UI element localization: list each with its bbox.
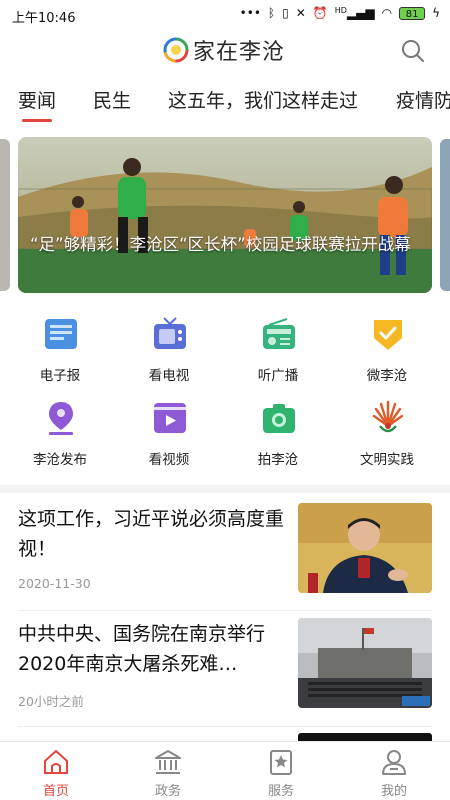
bottom-navigation: 首页 政务 服务 我的 (0, 741, 450, 800)
news-thumbnail-image (298, 503, 432, 593)
badge-check-icon (374, 320, 402, 350)
radio-icon (263, 318, 295, 349)
banner-photo (18, 137, 432, 293)
video-icon (154, 403, 186, 433)
service-label: 电子报 (39, 368, 81, 384)
channel-tabs: 要闻 民生 这五年，我们这样走过 疫情防 (0, 86, 450, 124)
app-screen: 上午10:46 ••• ᛒ ▯ ✕ ⏰ HD▂▄▆ ◠ 81 ϟ 家在李沧 要闻… (0, 0, 450, 800)
service-label: 看电视 (148, 368, 190, 384)
service-tv[interactable]: 看电视 (119, 312, 219, 392)
banner-prev-peek[interactable] (0, 139, 10, 291)
more-dots-icon: ••• (239, 6, 261, 20)
app-logo-icon (163, 37, 189, 63)
news-item[interactable]: 这项工作，习近平说必须高度重视！ 2020-11-30 (0, 500, 450, 612)
service-video[interactable]: 看视频 (119, 396, 219, 476)
active-tab-indicator (22, 119, 52, 122)
alarm-icon: ⏰ (312, 6, 328, 20)
service-label: 听广播 (257, 368, 299, 384)
signal-icon: HD▂▄▆ (334, 6, 375, 20)
section-divider (0, 485, 450, 493)
service-label: 李沧发布 (33, 452, 87, 468)
app-logo: 家在李沧 (163, 34, 285, 66)
news-separator (18, 726, 432, 727)
news-thumbnail-peek (298, 733, 432, 741)
service-epaper[interactable]: 电子报 (10, 312, 110, 392)
news-date: 20小时之前 (18, 694, 84, 709)
tab-epidemic[interactable]: 疫情防 (396, 86, 450, 113)
tv-icon (154, 317, 186, 349)
bluetooth-icon: ᛒ (267, 6, 276, 20)
banner-caption: “足”够精彩！李沧区“区长杯”校园足球联赛拉开战幕 (30, 235, 411, 254)
status-icons: ••• ᛒ ▯ ✕ ⏰ HD▂▄▆ ◠ 81 ϟ (240, 6, 440, 20)
banner-next-peek[interactable] (440, 139, 450, 291)
wifi-icon: ◠ (381, 6, 393, 20)
nav-profile[interactable]: 我的 (338, 742, 450, 800)
government-icon (155, 750, 181, 774)
news-thumbnail (298, 503, 432, 593)
battery-icon: 81 (399, 6, 426, 20)
emblem-icon (372, 400, 404, 433)
nav-services[interactable]: 服务 (225, 742, 337, 800)
service-civilization[interactable]: 文明实践 (337, 396, 437, 476)
mute-icon: ✕ (295, 6, 306, 20)
news-separator (18, 610, 432, 611)
pen-nib-icon (49, 402, 73, 435)
service-grid: 电子报 看电视 听广播 微李沧 李沧发布 看视频 拍李沧 文明实践 (0, 312, 450, 477)
news-item[interactable]: 中共中央、国务院在南京举行2020年南京大屠杀死难… 20小时之前 (0, 616, 450, 728)
service-label: 拍李沧 (257, 452, 299, 468)
profile-icon (382, 750, 406, 775)
home-icon (44, 750, 68, 774)
news-date: 2020-11-30 (18, 576, 91, 591)
status-bar: 上午10:46 ••• ᛒ ▯ ✕ ⏰ HD▂▄▆ ◠ 81 ϟ (0, 0, 450, 30)
news-thumbnail (298, 618, 432, 708)
banner-slide[interactable]: “足”够精彩！李沧区“区长杯”校园足球联赛拉开战幕 (18, 137, 432, 293)
search-icon[interactable] (400, 38, 426, 64)
nav-government[interactable]: 政务 (112, 742, 224, 800)
tab-yaowen[interactable]: 要闻 (18, 86, 56, 113)
service-photo[interactable]: 拍李沧 (228, 396, 328, 476)
service-release[interactable]: 李沧发布 (10, 396, 110, 476)
service-weilicang[interactable]: 微李沧 (337, 312, 437, 392)
newspaper-icon (45, 319, 77, 349)
service-star-icon (270, 750, 292, 775)
service-label: 看视频 (148, 452, 190, 468)
service-label: 文明实践 (360, 452, 414, 468)
nav-label: 服务 (267, 784, 294, 799)
app-header: 家在李沧 (0, 30, 450, 76)
vibrate-icon: ▯ (282, 6, 289, 20)
banner-carousel[interactable]: “足”够精彩！李沧区“区长杯”校园足球联赛拉开战幕 (0, 137, 450, 294)
status-time: 上午10:46 (12, 11, 76, 26)
nav-label: 我的 (380, 784, 407, 799)
news-title: 中共中央、国务院在南京举行2020年南京大屠杀死难… (18, 623, 266, 675)
nav-label: 首页 (42, 784, 69, 799)
charging-icon: ϟ (432, 6, 440, 20)
signal-label: HD (334, 6, 347, 15)
tab-five-years[interactable]: 这五年，我们这样走过 (168, 86, 358, 113)
service-label: 微李沧 (366, 368, 408, 384)
nav-home[interactable]: 首页 (0, 742, 112, 800)
camera-icon (263, 404, 295, 433)
news-title: 这项工作，习近平说必须高度重视！ (18, 508, 285, 560)
app-title: 家在李沧 (193, 40, 286, 65)
nav-label: 政务 (154, 784, 181, 799)
news-thumbnail-image (298, 618, 432, 708)
service-radio[interactable]: 听广播 (228, 312, 328, 392)
tab-minsheng[interactable]: 民生 (93, 86, 131, 113)
